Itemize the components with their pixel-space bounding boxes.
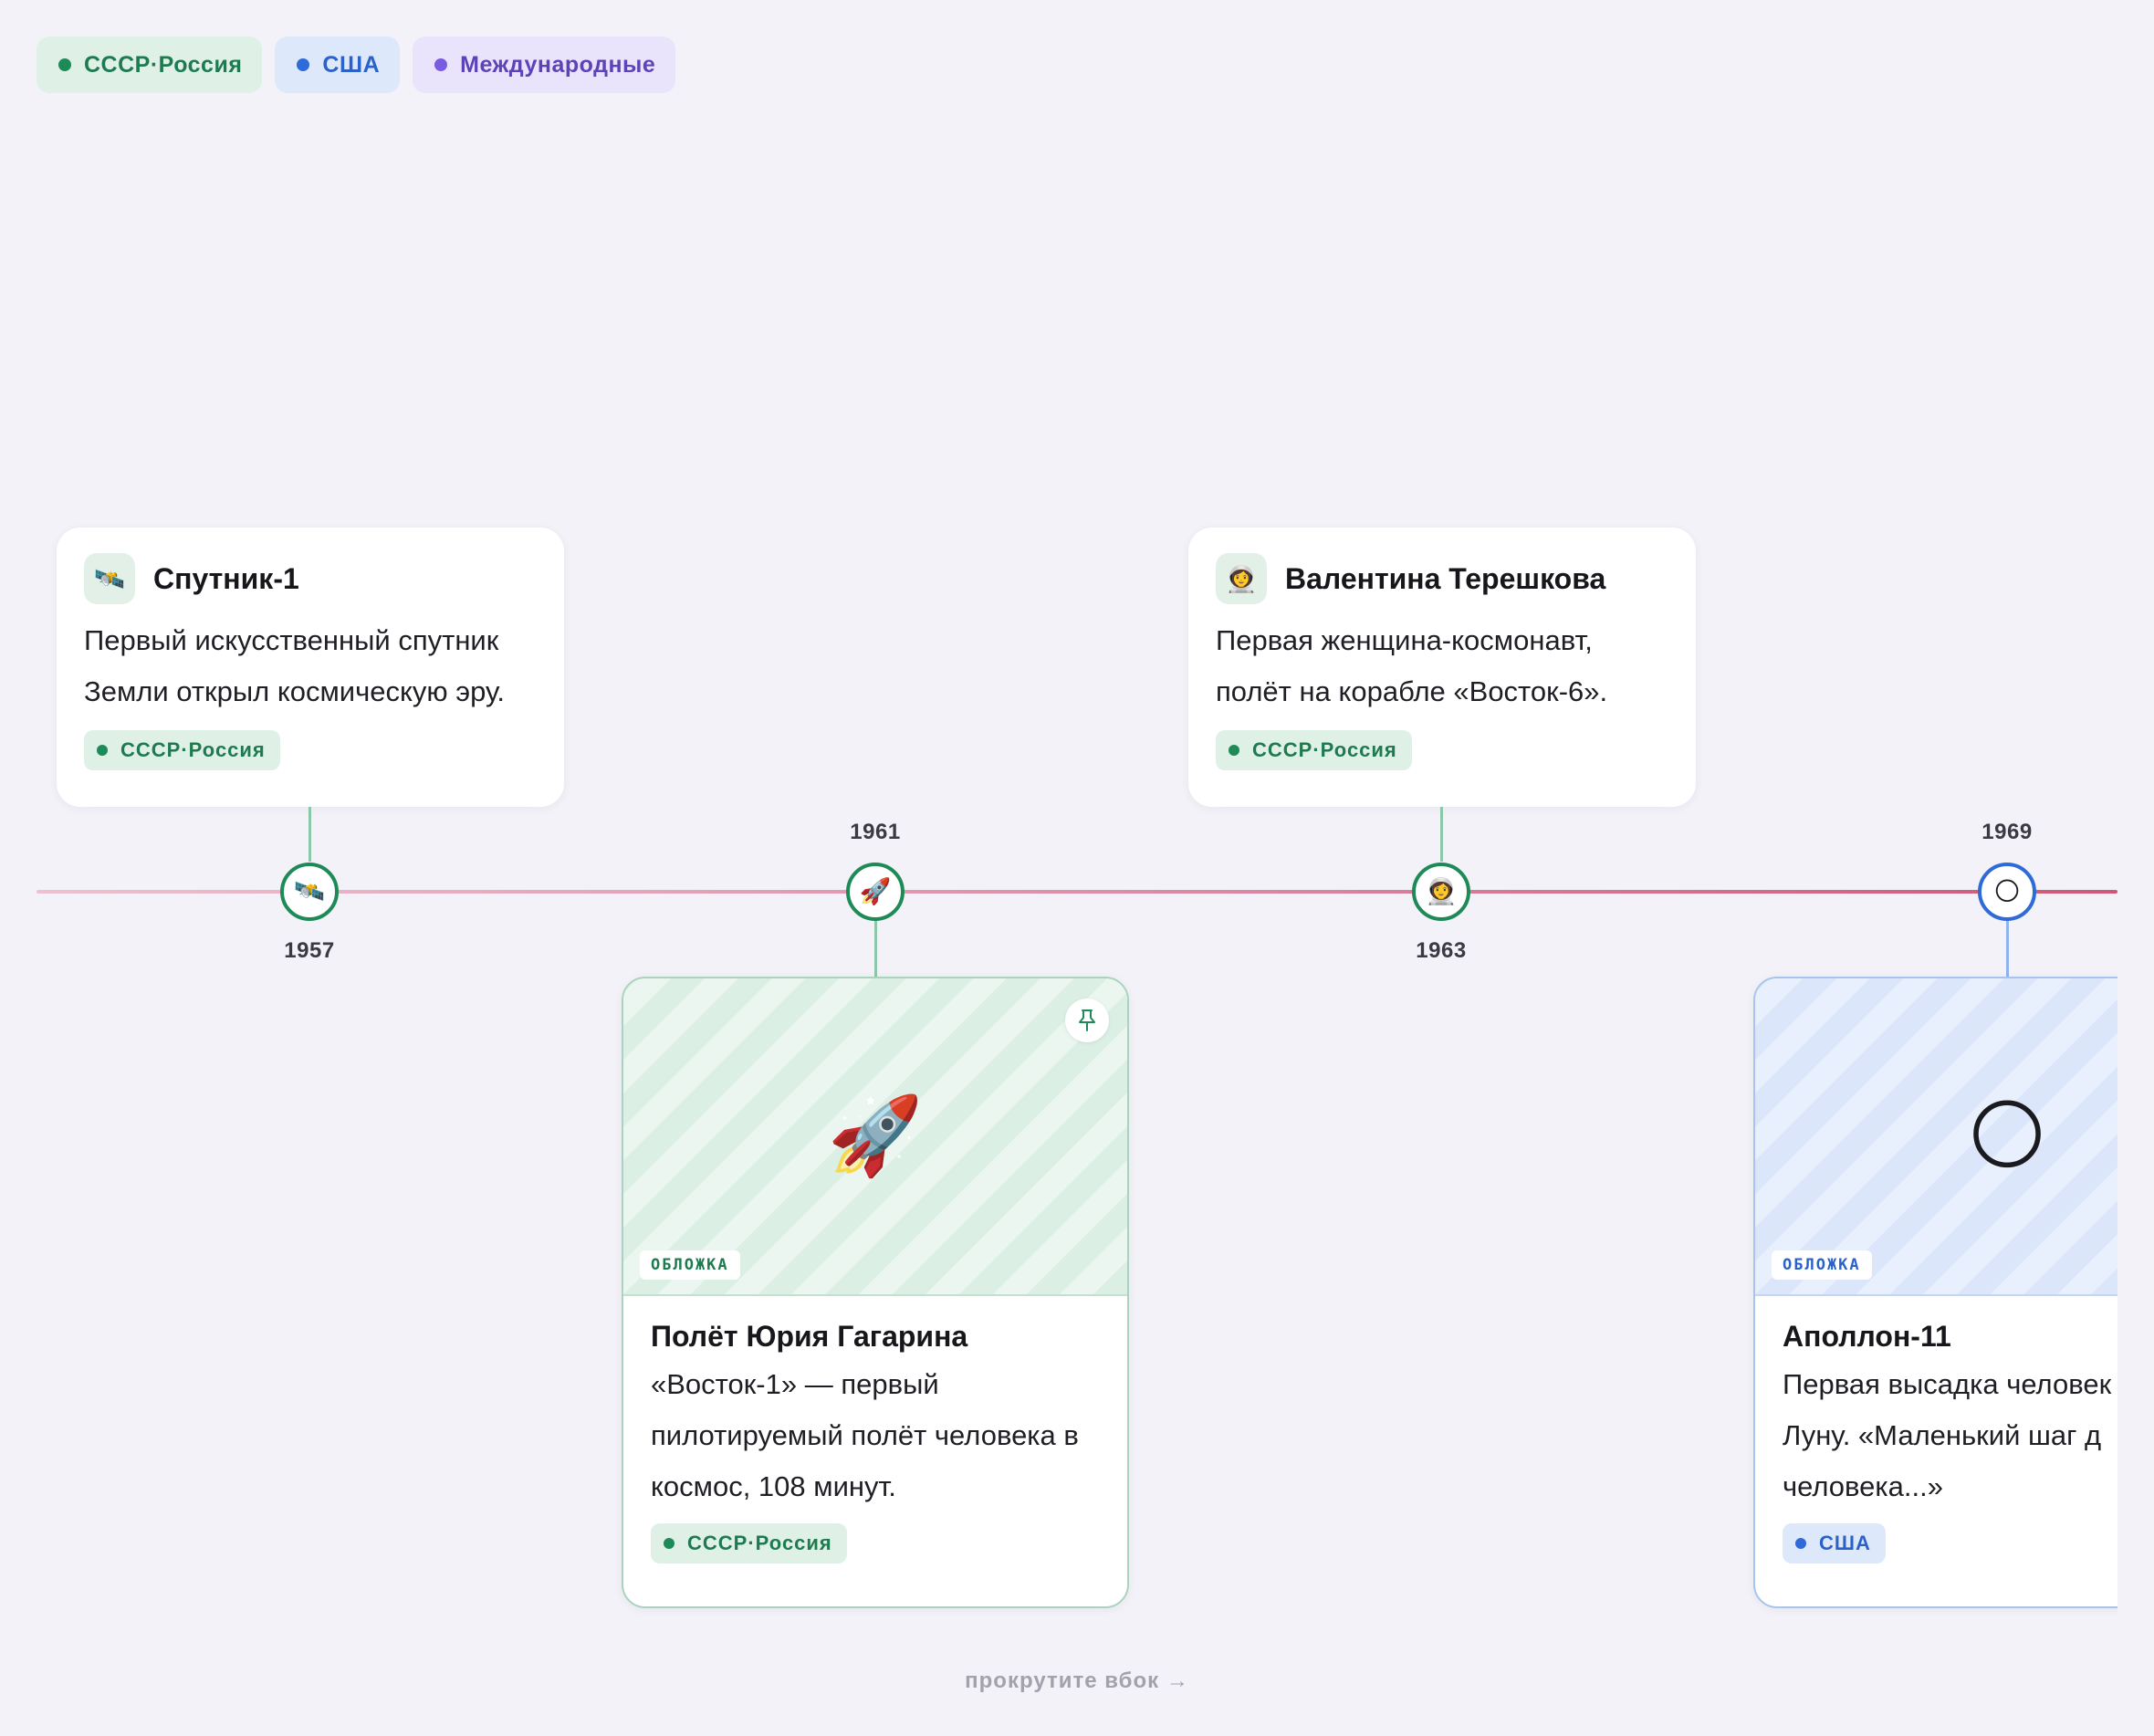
country-tag: США (1783, 1523, 1886, 1563)
ussr-color-dot (58, 58, 71, 71)
pin-button[interactable] (1065, 999, 1109, 1042)
rocket-icon: 🚀 (859, 877, 892, 905)
description-line: Луну. «Маленький шаг д (1783, 1419, 2102, 1451)
usa-color-dot (1795, 1538, 1806, 1549)
legend-chip-label: СССР·Россия (84, 51, 243, 78)
astronaut-icon: 👩‍🚀 (1425, 877, 1458, 905)
event-description: Первая высадка человек Луну. «Маленький … (1783, 1359, 2117, 1512)
description-line: человека...» (1783, 1470, 1943, 1502)
country-tag-label: СССР·Россия (1252, 738, 1397, 761)
country-tag-label: СССР·Россия (687, 1532, 832, 1554)
legend-chip-ussr-russia[interactable]: СССР·Россия (37, 37, 263, 93)
timeline-scroller[interactable]: 🛰️ Спутник-1 Первый искусственный спутни… (37, 511, 2117, 1634)
year-label: 1961 (850, 820, 901, 844)
year-label: 1963 (1416, 938, 1467, 963)
connector-line (874, 921, 877, 978)
timeline-axis (37, 890, 2117, 894)
cover-badge: ОБЛОЖКА (640, 1250, 740, 1280)
scroll-hint: прокрутите вбок → (965, 1668, 1189, 1693)
legend-chip-label: Международные (460, 51, 656, 78)
connector-line (2006, 921, 2009, 978)
event-description: «Восток-1» — первый пилотируемый полёт ч… (651, 1368, 1079, 1502)
ussr-color-dot (664, 1538, 674, 1549)
year-label: 1957 (284, 938, 335, 963)
cover-image: 🚀 ОБЛОЖКА (623, 978, 1127, 1296)
pin-icon (1079, 1009, 1095, 1031)
astronaut-icon: 👩‍🚀 (1216, 553, 1267, 604)
timeline-node-1969[interactable]: 🌕 (1978, 863, 2036, 921)
event-title: Полёт Юрия Гагарина (651, 1320, 968, 1353)
event-card-apollo-11[interactable]: 🌕 ОБЛОЖКА Аполлон-11 Первая высадка чело… (1753, 977, 2117, 1608)
international-color-dot (434, 58, 448, 71)
moon-icon: 🌕 (1967, 1093, 2047, 1178)
country-tag: СССР·Россия (1216, 730, 1412, 770)
event-title: Валентина Терешкова (1285, 561, 1606, 595)
connector-line (308, 807, 311, 862)
timeline-node-1961[interactable]: 🚀 (846, 863, 904, 921)
event-card-gagarin[interactable]: 🚀 ОБЛОЖКА Полёт Юрия Гагарина «Восток-1»… (622, 977, 1129, 1608)
country-tag-label: СССР·Россия (120, 738, 266, 761)
event-description: Первый искусственный спутник Земли откры… (84, 624, 506, 707)
description-line: Первая высадка человек (1783, 1368, 2112, 1400)
cover-badge: ОБЛОЖКА (1772, 1250, 1872, 1280)
ussr-color-dot (1229, 745, 1239, 756)
ussr-color-dot (97, 745, 108, 756)
moon-icon: 🌕 (1993, 877, 2021, 905)
year-label: 1969 (1981, 820, 2033, 844)
satellite-icon: 🛰️ (293, 877, 326, 905)
event-card-tereshkova[interactable]: 👩‍🚀 Валентина Терешкова Первая женщина-к… (1188, 528, 1696, 807)
legend-chip-usa[interactable]: США (275, 37, 401, 93)
rocket-icon: 🚀 (827, 1093, 924, 1178)
legend: СССР·Россия США Международные (37, 37, 676, 93)
connector-line (1440, 807, 1443, 862)
legend-chip-label: США (322, 51, 381, 78)
timeline-node-1957[interactable]: 🛰️ (280, 863, 339, 921)
event-title: Аполлон-11 (1783, 1320, 1951, 1353)
country-tag: СССР·Россия (651, 1523, 847, 1563)
timeline-node-1963[interactable]: 👩‍🚀 (1412, 863, 1470, 921)
legend-chip-international[interactable]: Международные (413, 37, 676, 93)
event-title: Спутник-1 (153, 561, 299, 595)
event-description: Первая женщина-космонавт, полёт на кораб… (1216, 624, 1608, 707)
country-tag: СССР·Россия (84, 730, 280, 770)
usa-color-dot (297, 58, 310, 71)
country-tag-label: США (1819, 1532, 1871, 1554)
event-card-sputnik[interactable]: 🛰️ Спутник-1 Первый искусственный спутни… (57, 528, 564, 807)
satellite-icon: 🛰️ (84, 553, 135, 604)
cover-image: 🌕 ОБЛОЖКА (1755, 978, 2117, 1296)
